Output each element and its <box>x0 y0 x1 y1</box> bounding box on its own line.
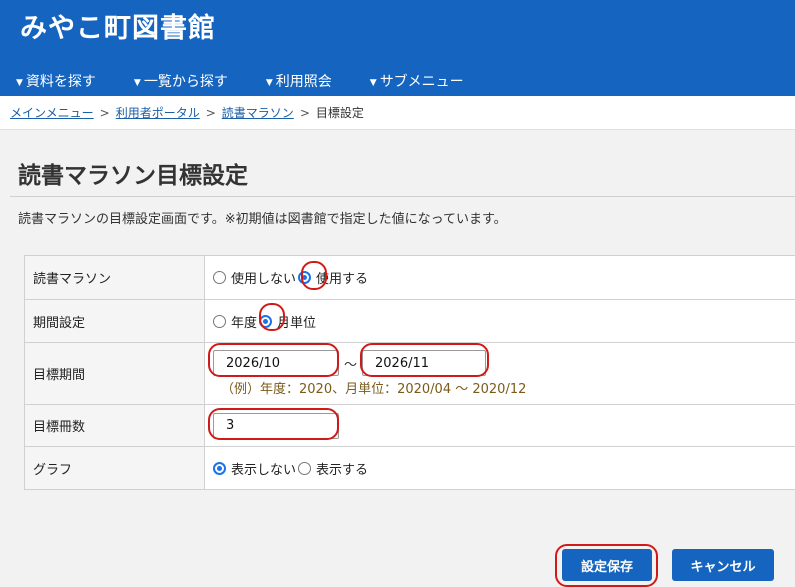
caret-down-icon: ▼ <box>133 78 141 88</box>
radio-checked-icon <box>213 461 226 475</box>
period-inputs: 2026/10 ～ 2026/11 <box>213 350 487 376</box>
label-period-type: 期間設定 <box>25 300 205 342</box>
nav-submenu[interactable]: ▼ サブメニュー <box>370 70 464 92</box>
period-from-input[interactable]: 2026/10 <box>213 350 339 376</box>
caret-down-icon: ▼ <box>16 78 23 88</box>
radio-unchecked-icon <box>213 314 226 328</box>
nav-usage-inquiry[interactable]: ▼ 利用照会 <box>266 70 332 92</box>
radio-graph-hide[interactable]: 表示しない <box>213 459 296 478</box>
goal-settings-form: 読書マラソン 使用しない 使用する 期間設定 年度 月単位 目標期間 2026/… <box>24 255 795 490</box>
breadcrumb-user-portal[interactable]: 利用者ポータル <box>116 104 200 121</box>
breadcrumb-current: 目標設定 <box>315 106 364 120</box>
cancel-button[interactable]: キャンセル <box>672 549 774 581</box>
value-graph: 表示しない 表示する <box>205 447 795 489</box>
radio-marathon-off[interactable]: 使用しない <box>213 268 296 287</box>
value-target-count: 3 <box>205 405 795 446</box>
label-target-count: 目標冊数 <box>25 405 205 446</box>
row-graph: グラフ 表示しない 表示する <box>25 447 795 490</box>
label-graph: グラフ <box>25 447 205 489</box>
radio-period-fiscal-year[interactable]: 年度 <box>213 312 257 331</box>
value-reading-marathon: 使用しない 使用する <box>205 256 795 299</box>
breadcrumb: メインメニュー > 利用者ポータル > 読書マラソン > 目標設定 <box>0 96 795 130</box>
radio-checked-icon <box>298 271 312 284</box>
radio-unchecked-icon <box>213 271 226 284</box>
header: みやこ町図書館 ▼ 資料を探す ▼ 一覧から探す ▼ 利用照会 ▼ サブメニュー <box>0 0 795 96</box>
target-count-input[interactable]: 3 <box>213 412 339 439</box>
period-separator: ～ <box>344 357 358 373</box>
nav-search-materials[interactable]: ▼ 資料を探す <box>16 70 96 92</box>
save-settings-button[interactable]: 設定保存 <box>562 549 652 581</box>
radio-marathon-on[interactable]: 使用する <box>298 268 368 287</box>
breadcrumb-separator: > <box>99 105 110 120</box>
nav-browse-lists[interactable]: ▼ 一覧から探す <box>134 70 228 92</box>
page-description: 読書マラソンの目標設定画面です。※初期値は図書館で指定した値になっています。 <box>18 212 507 227</box>
title-divider <box>10 196 795 197</box>
period-to-input[interactable]: 2026/11 <box>362 350 487 376</box>
period-example-hint: （例）年度：2020、月単位：2020/04 ～ 2020/12 <box>221 382 527 397</box>
row-reading-marathon: 読書マラソン 使用しない 使用する <box>25 256 795 300</box>
breadcrumb-separator: > <box>299 105 310 120</box>
radio-checked-icon <box>259 314 273 328</box>
caret-down-icon: ▼ <box>265 78 273 88</box>
radio-period-monthly[interactable]: 月単位 <box>259 312 316 331</box>
radio-unchecked-icon <box>298 461 312 475</box>
page-title: 読書マラソン目標設定 <box>18 163 248 189</box>
radio-graph-show[interactable]: 表示する <box>298 459 368 478</box>
row-target-count: 目標冊数 3 <box>25 405 795 447</box>
value-period-type: 年度 月単位 <box>205 300 795 342</box>
row-target-period: 目標期間 2026/10 ～ 2026/11 （例）年度：2020、月単位：20… <box>25 343 795 405</box>
breadcrumb-main-menu[interactable]: メインメニュー <box>10 104 94 121</box>
label-reading-marathon: 読書マラソン <box>25 256 205 299</box>
breadcrumb-reading-marathon[interactable]: 読書マラソン <box>222 104 294 121</box>
site-title[interactable]: みやこ町図書館 <box>20 6 216 45</box>
breadcrumb-separator: > <box>205 105 216 120</box>
caret-down-icon: ▼ <box>369 78 377 88</box>
main-nav: ▼ 資料を探す ▼ 一覧から探す ▼ 利用照会 ▼ サブメニュー <box>0 70 486 92</box>
row-period-type: 期間設定 年度 月単位 <box>25 300 795 343</box>
value-target-period: 2026/10 ～ 2026/11 （例）年度：2020、月単位：2020/04… <box>205 343 795 404</box>
label-target-period: 目標期間 <box>25 343 205 404</box>
